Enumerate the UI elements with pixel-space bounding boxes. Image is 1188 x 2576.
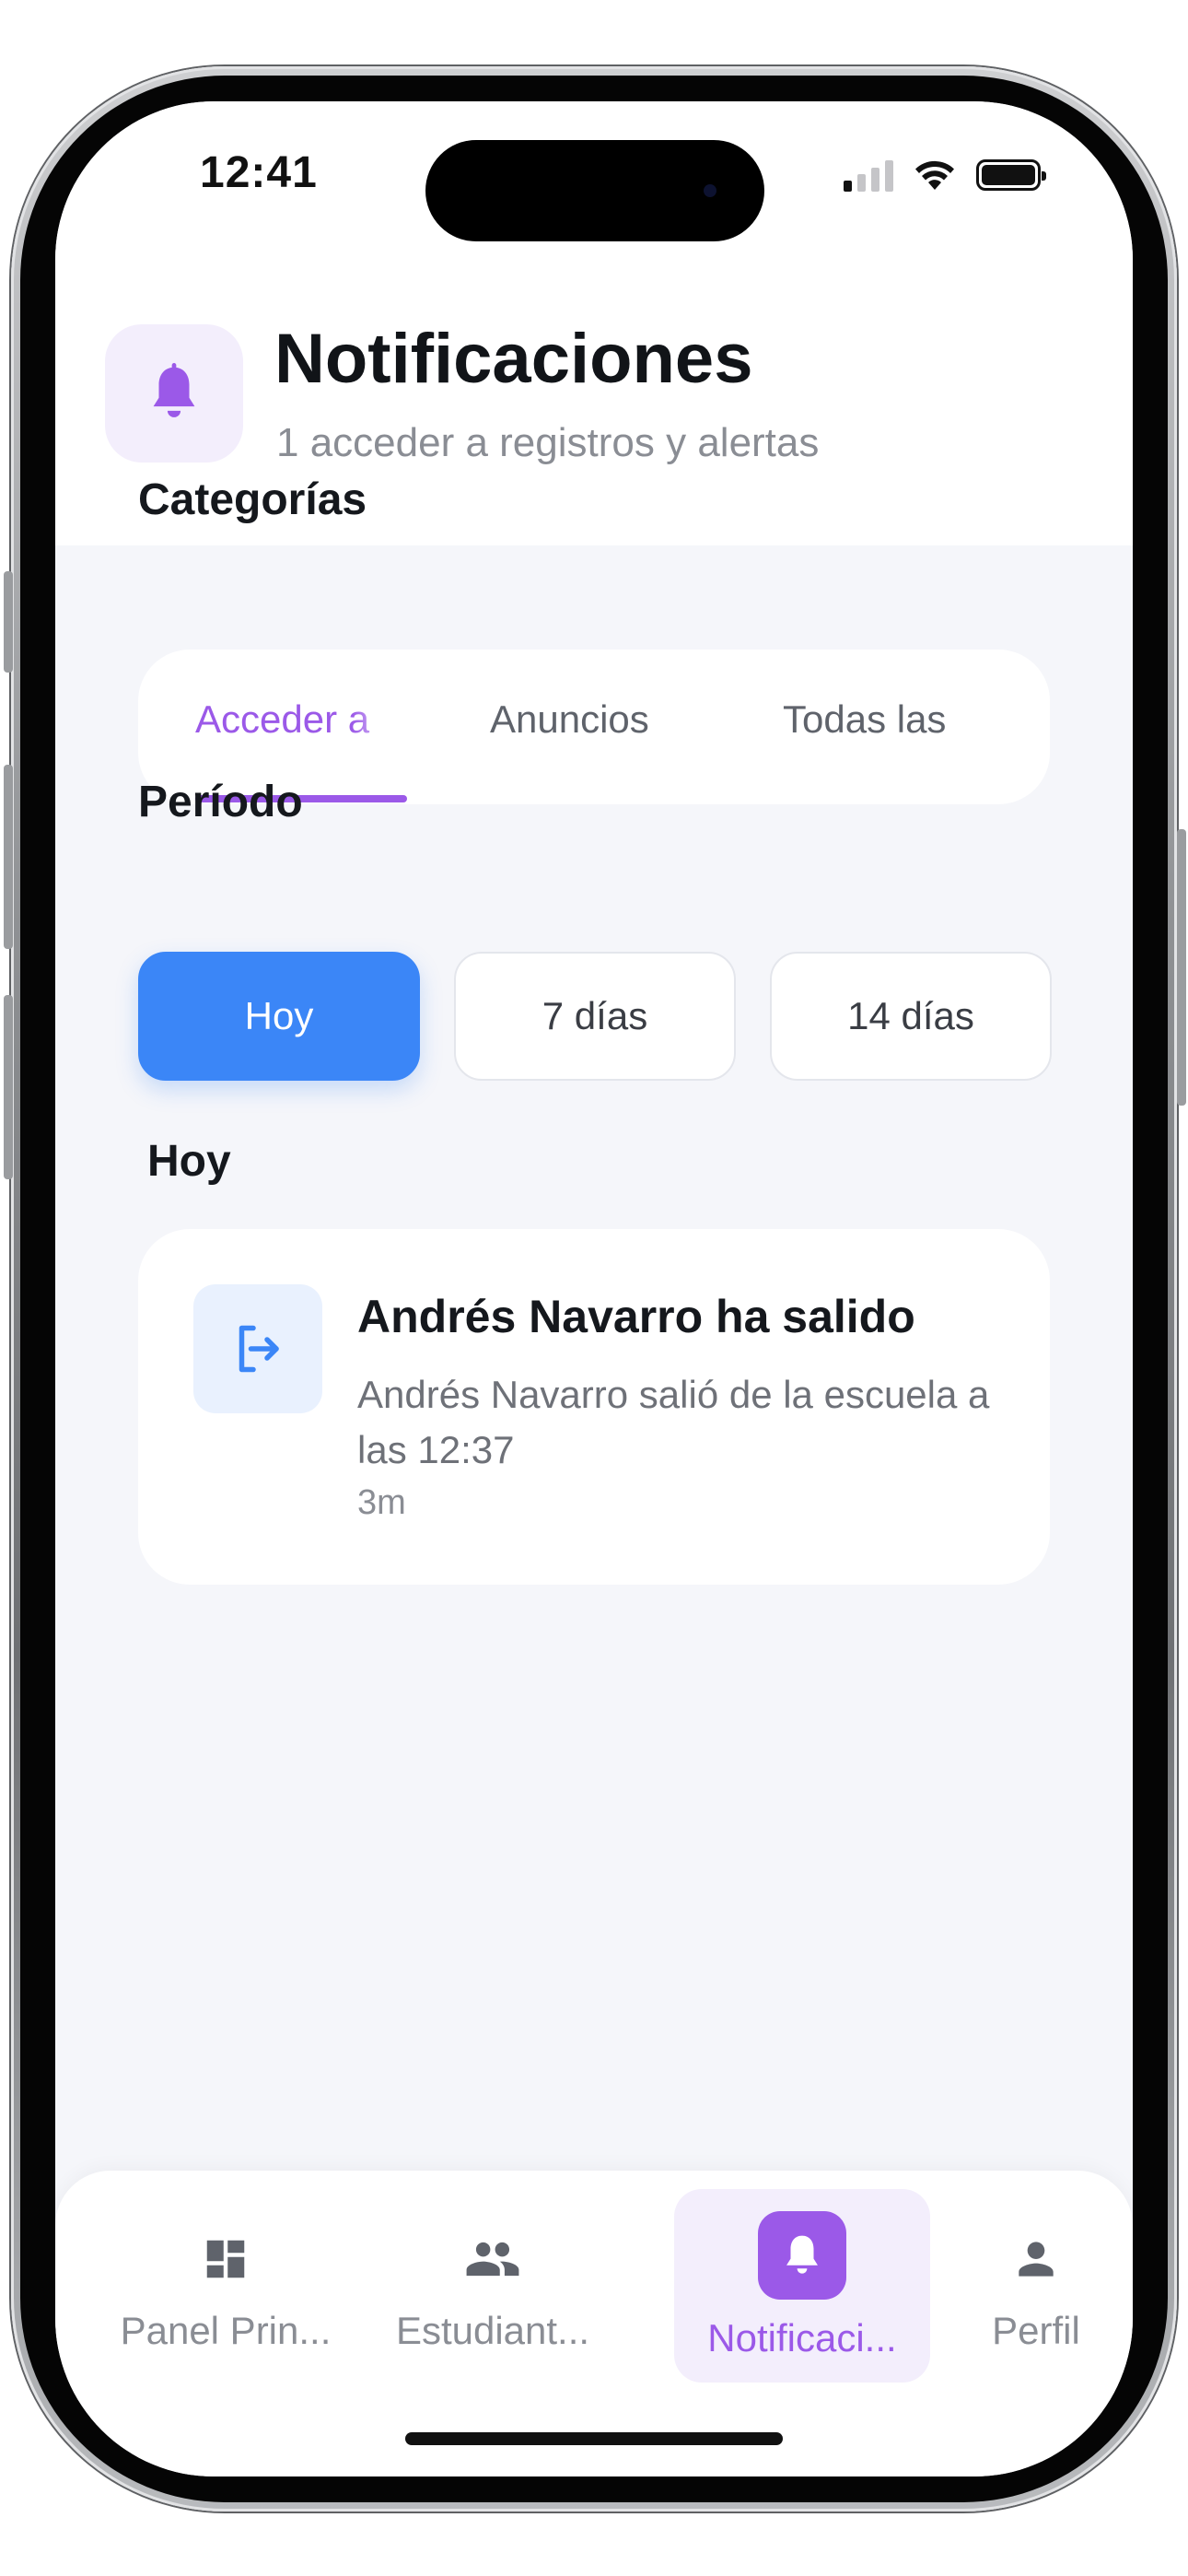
period-today-button[interactable]: Hoy xyxy=(138,952,420,1081)
nav-item-students[interactable]: Estudiant... xyxy=(368,2171,617,2373)
bottom-navigation: Panel Prin... Estudiant... Notificaci...… xyxy=(55,2171,1133,2476)
nav-label-students: Estudiant... xyxy=(395,2309,590,2352)
status-time: 12:41 xyxy=(200,148,318,197)
battery-icon xyxy=(976,159,1046,191)
person-icon xyxy=(999,2222,1073,2296)
page-subtitle: 1 acceder a registros y alertas xyxy=(276,420,820,465)
camera-dot xyxy=(704,184,716,197)
notification-card[interactable]: Andrés Navarro ha salido Andrés Navarro … xyxy=(138,1229,1050,1585)
volume-down-button xyxy=(4,995,13,1179)
bell-icon xyxy=(758,2211,846,2300)
notification-time: 3m xyxy=(357,1483,406,1522)
wifi-icon xyxy=(915,160,954,190)
app-screen: 12:41 Notificaciones 1 acceder a registr… xyxy=(55,101,1133,2476)
nav-label-dashboard: Panel Prin... xyxy=(120,2309,332,2352)
tab-acceder[interactable]: Acceder a xyxy=(195,697,369,742)
power-button xyxy=(1177,829,1186,1106)
bell-icon xyxy=(105,324,243,463)
home-indicator[interactable] xyxy=(405,2432,783,2445)
nav-label-profile: Perfil xyxy=(992,2309,1080,2352)
nav-label-notifications: Notificaci... xyxy=(707,2316,897,2359)
logout-icon xyxy=(193,1284,322,1413)
categories-label: Categorías xyxy=(138,475,367,524)
nav-item-profile[interactable]: Perfil xyxy=(967,2171,1105,2373)
dashboard-icon xyxy=(189,2222,262,2296)
tab-todas[interactable]: Todas las xyxy=(783,697,946,742)
signal-icon xyxy=(844,158,893,192)
tab-anuncios[interactable]: Anuncios xyxy=(490,697,649,742)
mute-switch xyxy=(4,571,13,673)
volume-up-button xyxy=(4,765,13,949)
period-7-days-button[interactable]: 7 días xyxy=(454,952,736,1081)
period-label: Período xyxy=(138,778,303,826)
period-14-days-button[interactable]: 14 días xyxy=(770,952,1052,1081)
page-title: Notificaciones xyxy=(274,320,753,398)
nav-item-dashboard[interactable]: Panel Prin... xyxy=(101,2171,350,2373)
tabs-fade xyxy=(967,650,1050,804)
status-icons xyxy=(844,158,1046,192)
group-label-today: Hoy xyxy=(147,1137,231,1186)
tab-fade xyxy=(352,686,416,760)
notification-title: Andrés Navarro ha salido xyxy=(357,1291,915,1342)
dynamic-island xyxy=(425,140,764,241)
nav-item-notifications[interactable]: Notificaci... xyxy=(674,2171,930,2383)
people-icon xyxy=(456,2222,530,2296)
notification-body: Andrés Navarro salió de la escuela a las… xyxy=(357,1373,990,1471)
status-bar: 12:41 xyxy=(55,101,1133,286)
